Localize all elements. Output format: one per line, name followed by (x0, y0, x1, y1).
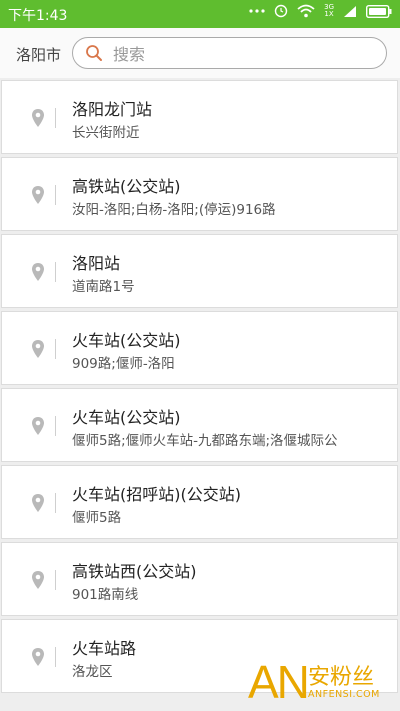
search-input[interactable] (111, 42, 375, 66)
result-name: 火车站(招呼站)(公交站) (72, 485, 241, 504)
network-type: 3G 1X (324, 4, 334, 18)
result-name: 洛阳龙门站 (72, 100, 153, 119)
result-address: 901路南线 (72, 587, 139, 603)
signal-icon (343, 5, 357, 18)
dots-icon (249, 8, 265, 14)
wifi-icon (297, 4, 315, 18)
divider (55, 493, 56, 513)
result-name: 火车站(公交站) (72, 331, 181, 350)
location-pin-icon (31, 185, 45, 209)
location-pin-icon (31, 339, 45, 363)
result-item[interactable]: 洛阳龙门站长兴街附近 (1, 80, 398, 154)
location-pin-icon (31, 493, 45, 517)
result-address: 909路;偃师-洛阳 (72, 356, 175, 372)
watermark-logo: AN (248, 656, 310, 708)
status-icons: 3G 1X (249, 4, 392, 18)
status-time: 下午1:43 (8, 8, 68, 24)
result-name: 高铁站(公交站) (72, 177, 181, 196)
result-address: 汝阳-洛阳;白杨-洛阳;(停运)916路 (72, 202, 276, 218)
result-address: 长兴街附近 (72, 125, 140, 141)
result-address: 道南路1号 (72, 279, 135, 295)
search-icon (85, 44, 103, 66)
alarm-icon (274, 4, 288, 18)
search-bar: 洛阳市 (0, 28, 400, 78)
divider (55, 647, 56, 667)
result-name: 高铁站西(公交站) (72, 562, 197, 581)
result-item[interactable]: 高铁站(公交站) 汝阳-洛阳;白杨-洛阳;(停运)916路 (1, 157, 398, 231)
result-item[interactable]: 高铁站西(公交站) 901路南线 (1, 542, 398, 616)
location-pin-icon (31, 647, 45, 671)
result-item[interactable]: 火车站(公交站) 偃师5路;偃师火车站-九都路东端;洛偃城际公 (1, 388, 398, 462)
result-name: 火车站路 (72, 639, 137, 658)
divider (55, 570, 56, 590)
location-pin-icon (31, 570, 45, 594)
result-address: 偃师5路 (72, 510, 122, 526)
watermark: AN 安粉丝 ANFENSI.COM (248, 659, 394, 705)
location-pin-icon (31, 262, 45, 286)
result-item[interactable]: 火车站(招呼站)(公交站) 偃师5路 (1, 465, 398, 539)
network-bottom-label: 1X (324, 10, 334, 18)
result-name: 洛阳站 (72, 254, 121, 273)
divider (55, 108, 56, 128)
divider (55, 262, 56, 282)
result-item[interactable]: 火车站(公交站) 909路;偃师-洛阳 (1, 311, 398, 385)
search-box[interactable] (72, 37, 387, 69)
divider (55, 339, 56, 359)
city-selector[interactable]: 洛阳市 (16, 44, 61, 65)
location-pin-icon (31, 416, 45, 440)
result-name: 火车站(公交站) (72, 408, 181, 427)
watermark-domain: ANFENSI.COM (308, 689, 380, 700)
divider (55, 416, 56, 436)
status-bar: 下午1:43 3G 1X (0, 0, 400, 28)
divider (55, 185, 56, 205)
battery-icon (366, 4, 392, 18)
result-item[interactable]: 洛阳站道南路1号 (1, 234, 398, 308)
result-address: 偃师5路;偃师火车站-九都路东端;洛偃城际公 (72, 433, 338, 449)
watermark-name: 安粉丝 (308, 665, 375, 690)
location-pin-icon (31, 108, 45, 132)
